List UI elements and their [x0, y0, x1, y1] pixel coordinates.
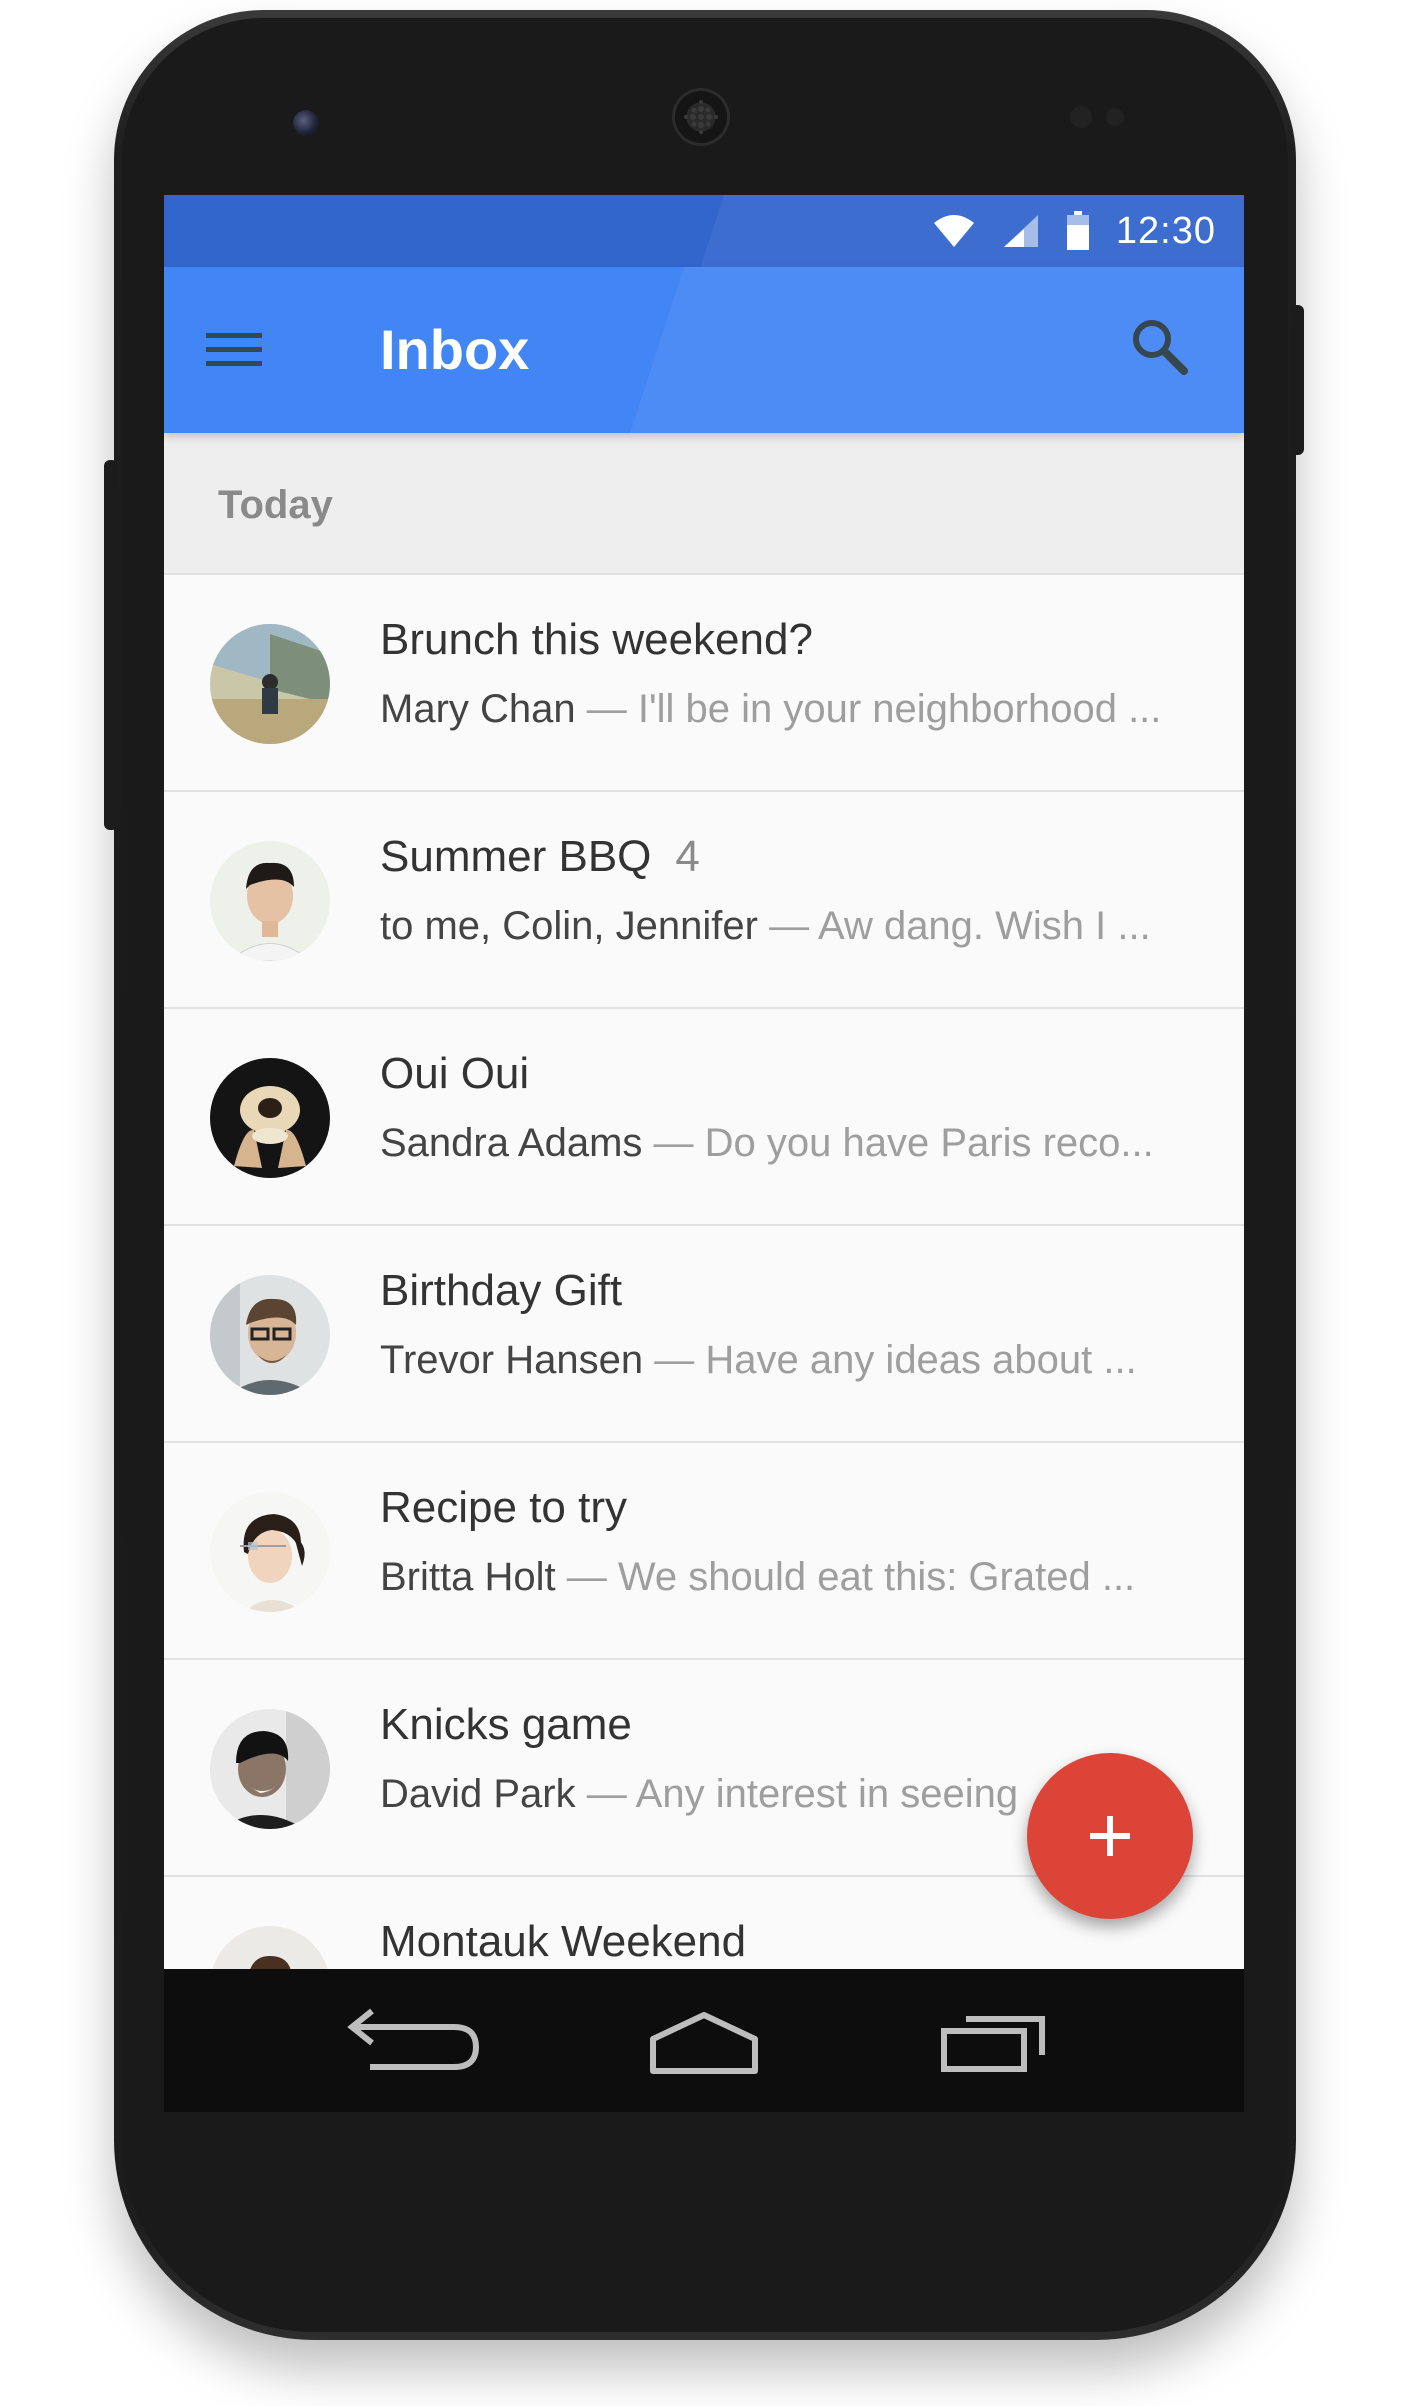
thread-snippet: We should eat this: Grated ... [617, 1555, 1136, 1599]
section-header: Today [164, 433, 1244, 575]
thread-subject: Montauk Weekend [380, 1917, 747, 1966]
compose-button[interactable] [1027, 1753, 1193, 1919]
thread-subject: Brunch this weekend? [380, 615, 813, 664]
thread-separator: — [586, 1772, 627, 1816]
front-camera-icon [293, 110, 319, 136]
avatar [210, 1058, 330, 1178]
recents-button[interactable] [924, 1991, 1074, 2091]
thread-subject: Oui Oui [380, 1049, 530, 1098]
volume-button [104, 460, 118, 830]
hamburger-menu-icon [206, 333, 262, 366]
avatar [210, 1492, 330, 1612]
thread-row[interactable]: Birthday Gift Trevor Hansen — Have any i… [164, 1226, 1244, 1443]
thread-separator: — [586, 687, 627, 731]
wifi-icon [933, 215, 974, 247]
thread-count-badge: 4 [675, 832, 700, 881]
thread-preview: Britta Holt — We should eat this: Grated… [380, 1555, 1200, 1600]
light-sensor-icon [1106, 108, 1124, 126]
plus-icon [1090, 1816, 1130, 1856]
thread-row[interactable]: Summer BBQ 4 to me, Colin, Jennifer — Aw … [164, 792, 1244, 1009]
status-bar: 12:30 [164, 195, 1244, 267]
thread-sender: Sandra Adams [380, 1121, 643, 1165]
thread-subject: Summer BBQ 4 [380, 832, 700, 881]
thread-row[interactable]: Brunch this weekend? Mary Chan — I'll be… [164, 575, 1244, 792]
signal-icon [1003, 215, 1038, 247]
thread-preview: Mary Chan — I'll be in your neighborhood… [380, 687, 1200, 732]
avatar [210, 1275, 330, 1395]
speaker-grille-icon [672, 88, 730, 146]
search-icon [1133, 320, 1188, 375]
thread-snippet: Have any ideas about ... [705, 1338, 1137, 1382]
app-bar: Inbox [164, 267, 1244, 433]
thread-preview: to me, Colin, Jennifer — Aw dang. Wish I… [380, 904, 1200, 949]
battery-icon [1066, 211, 1089, 250]
thread-preview: Sandra Adams — Do you have Paris reco... [380, 1121, 1200, 1166]
back-icon [347, 2008, 480, 2070]
thread-snippet: Aw dang. Wish I ... [817, 904, 1151, 948]
thread-separator: — [654, 1338, 695, 1382]
home-icon [650, 2012, 758, 2074]
thread-sender: Mary Chan [380, 687, 576, 731]
page-title: Inbox [380, 318, 530, 381]
thread-separator: — [566, 1555, 607, 1599]
thread-snippet: Any interest in seeing [635, 1772, 1019, 1816]
avatar [210, 1709, 330, 1829]
section-label: Today [218, 483, 333, 527]
proximity-sensor-icon [1070, 106, 1092, 128]
navigation-bar [164, 1969, 1244, 2112]
thread-preview: Trevor Hansen — Have any ideas about ... [380, 1338, 1200, 1383]
thread-snippet: Do you have Paris reco... [704, 1121, 1154, 1165]
power-button [1290, 305, 1304, 455]
thread-sender: to me, Colin, Jennifer [380, 904, 758, 948]
thread-separator: — [653, 1121, 694, 1165]
thread-separator: — [769, 904, 810, 948]
thread-row[interactable]: Recipe to try Britta Holt — We should ea… [164, 1443, 1244, 1660]
thread-subject: Knicks game [380, 1700, 632, 1749]
thread-subject: Birthday Gift [380, 1266, 623, 1315]
menu-button[interactable] [204, 325, 264, 375]
thread-subject: Recipe to try [380, 1483, 627, 1532]
avatar [210, 841, 330, 961]
avatar [210, 624, 330, 744]
search-button[interactable] [1128, 315, 1194, 381]
status-time: 12:30 [1115, 209, 1216, 252]
home-button[interactable] [629, 1991, 779, 2091]
thread-sender: Britta Holt [380, 1555, 556, 1599]
thread-sender: Trevor Hansen [380, 1338, 644, 1382]
thread-sender: David Park [380, 1772, 576, 1816]
thread-row[interactable]: Oui Oui Sandra Adams — Do you have Paris… [164, 1009, 1244, 1226]
screen: 12:30 Inbox Today Brunch this weekend? M… [164, 195, 1244, 2112]
thread-snippet: I'll be in your neighborhood ... [637, 687, 1162, 731]
back-button[interactable] [340, 1991, 490, 2091]
recents-icon [941, 2016, 1045, 2072]
